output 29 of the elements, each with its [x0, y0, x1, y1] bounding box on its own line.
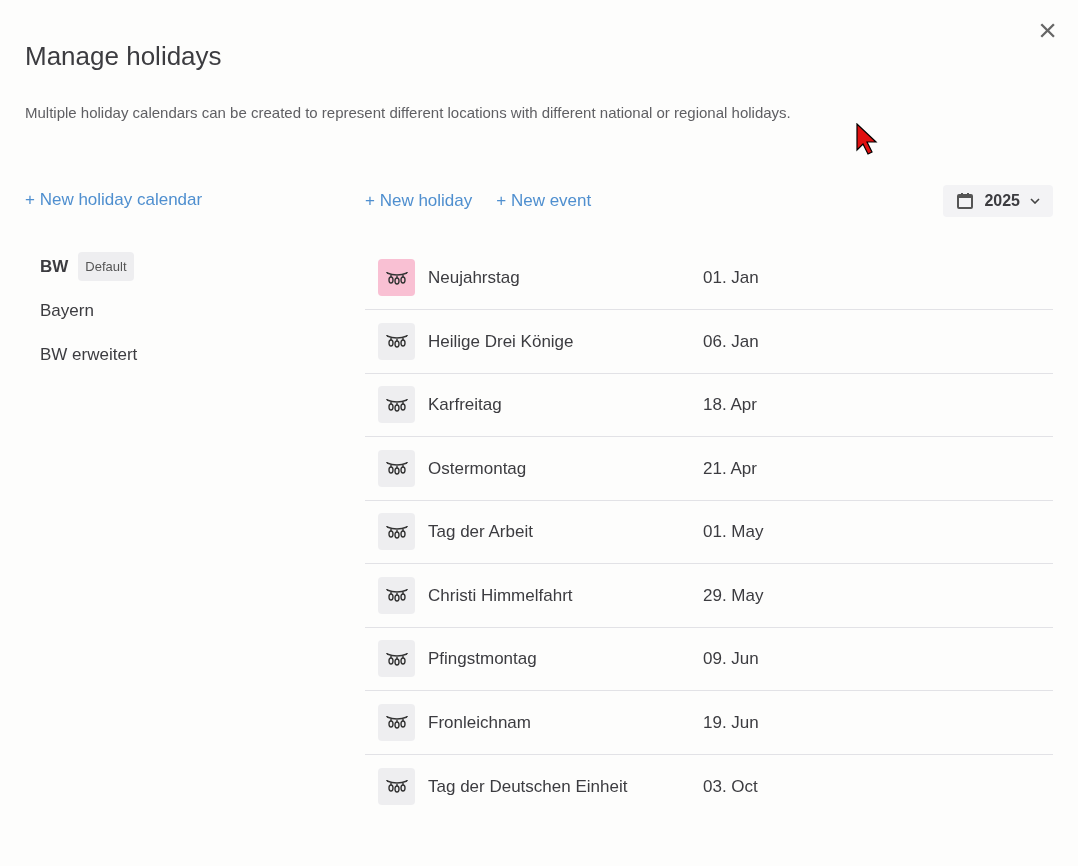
holiday-date: 09. Jun: [703, 648, 759, 670]
holiday-name: Pfingstmontag: [428, 648, 538, 670]
holiday-name: Tag der Arbeit: [428, 521, 534, 543]
calendar-item[interactable]: BW: [40, 253, 69, 280]
holiday-date: 03. Oct: [703, 775, 758, 798]
holiday-name: Ostermontag: [428, 457, 528, 480]
holiday-date: 29. May: [703, 584, 764, 607]
dialog-title: Manage holidays: [25, 40, 222, 73]
holiday-name: Christi Himmelfahrt: [428, 584, 574, 607]
calendar-item[interactable]: Bayern: [40, 297, 94, 324]
holiday-date: 01. Jan: [703, 267, 759, 289]
holiday-name: Fronleichnam: [428, 711, 532, 734]
holiday-date: 01. May: [703, 521, 764, 543]
mouse-cursor-icon: [856, 123, 878, 155]
holiday-name: Tag der Deutschen Einheit: [428, 775, 629, 798]
close-button[interactable]: ×: [1038, 14, 1057, 46]
calendar-icon: [956, 191, 975, 210]
holiday-name: Neujahrstag: [428, 267, 521, 289]
calendar-item[interactable]: BW erweitert: [40, 341, 138, 368]
holiday-name: Karfreitag: [428, 394, 503, 416]
holiday-date: 06. Jan: [703, 330, 759, 353]
chevron-down-icon: [1030, 197, 1040, 204]
holiday-date: 19. Jun: [703, 711, 759, 734]
dialog-description: Multiple holiday calendars can be created to represent different locations with different national or regional holidays.: [25, 103, 792, 123]
holiday-name: Heilige Drei Könige: [428, 330, 575, 353]
year-dropdown[interactable]: 2025: [943, 184, 1053, 217]
holiday-date: 18. Apr: [703, 394, 757, 416]
default-badge: Default: [78, 251, 134, 282]
holiday-date: 21. Apr: [703, 457, 757, 480]
